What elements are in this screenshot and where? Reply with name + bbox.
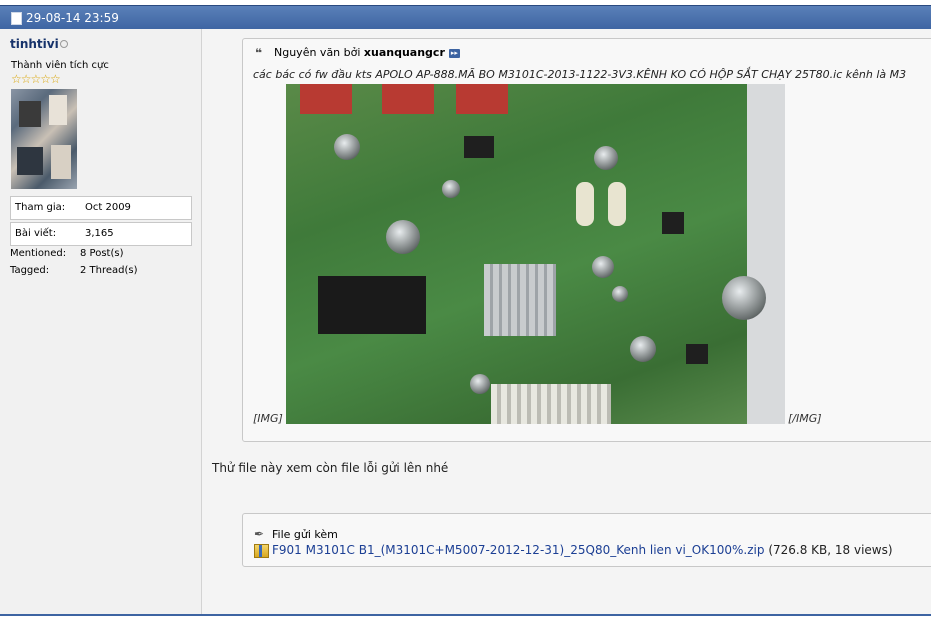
mentioned-label: Mentioned: bbox=[10, 248, 67, 259]
post-header-bar: 29-08-14 23:59 bbox=[0, 5, 931, 30]
post-icon bbox=[11, 12, 22, 25]
attachment-block: ✒ File gửi kèm F901 M3101C B1_(M3101C+M5… bbox=[242, 513, 931, 567]
attachment-link[interactable]: F901 M3101C B1_(M3101C+M5007-2012-12-31)… bbox=[272, 543, 764, 557]
join-date-box: Tham gia: Oct 2009 bbox=[10, 196, 192, 220]
circuit-board-photo bbox=[286, 84, 785, 424]
join-date-value: Oct 2009 bbox=[85, 202, 131, 213]
post-content: ❝ Nguyên văn bởi xuanquangcr ▸▸ các bác c… bbox=[202, 29, 931, 615]
attachment-meta: (726.8 KB, 18 views) bbox=[768, 543, 893, 557]
avatar[interactable] bbox=[11, 89, 77, 189]
username-link[interactable]: tinhtivi bbox=[10, 37, 59, 51]
tagged-link[interactable]: 2 Thread(s) bbox=[80, 265, 138, 276]
quote-prefix: Nguyên văn bởi bbox=[274, 46, 361, 59]
post-date: 29-08-14 23:59 bbox=[26, 11, 119, 25]
quote-text: các bác có fw đầu kts APOLO AP-888.MÃ BO… bbox=[253, 68, 907, 81]
quote-block: ❝ Nguyên văn bởi xuanquangcr ▸▸ các bác c… bbox=[242, 38, 931, 442]
online-status-icon bbox=[60, 40, 68, 48]
user-title: Thành viên tích cực bbox=[11, 60, 109, 71]
mentioned-link[interactable]: 8 Post(s) bbox=[80, 248, 123, 259]
tagged-row: Tagged: 2 Thread(s) bbox=[10, 265, 138, 276]
post-count-label: Bài viết: bbox=[15, 228, 57, 239]
post-header: 29-08-14 23:59 bbox=[0, 0, 931, 30]
img-tag-open: [IMG] bbox=[253, 412, 283, 425]
rank-stars-icon: ☆☆☆☆☆ bbox=[11, 72, 61, 86]
mentioned-row: Mentioned: 8 Post(s) bbox=[10, 248, 123, 259]
user-sidebar: tinhtivi Thành viên tích cực ☆☆☆☆☆ Tham … bbox=[0, 29, 202, 615]
post-footer-pad bbox=[0, 616, 931, 621]
post-count-value: 3,165 bbox=[85, 228, 114, 239]
join-date-label: Tham gia: bbox=[15, 202, 66, 213]
goto-post-icon[interactable]: ▸▸ bbox=[448, 48, 460, 58]
paperclip-icon: ✒ bbox=[254, 527, 265, 541]
message-text: Thử file này xem còn file lỗi gửi lên nh… bbox=[212, 461, 449, 475]
attachment-title: File gửi kèm bbox=[272, 528, 338, 541]
quote-header: Nguyên văn bởi xuanquangcr ▸▸ bbox=[274, 46, 460, 59]
post-count-box: Bài viết: 3,165 bbox=[10, 222, 192, 246]
quote-author: xuanquangcr bbox=[363, 46, 445, 59]
quote-icon: ❝ bbox=[255, 46, 263, 60]
tagged-label: Tagged: bbox=[10, 265, 50, 276]
attachment-line: F901 M3101C B1_(M3101C+M5007-2012-12-31)… bbox=[272, 543, 893, 557]
img-tag-close: [/IMG] bbox=[788, 412, 822, 425]
zip-file-icon bbox=[254, 544, 269, 558]
